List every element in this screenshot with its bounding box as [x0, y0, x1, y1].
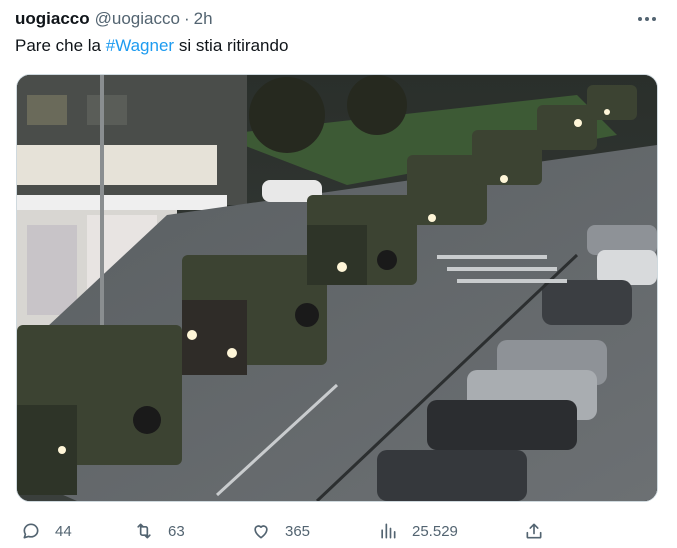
heart-icon [249, 519, 273, 543]
more-options-button[interactable] [634, 7, 660, 31]
views-button[interactable]: 25.529 [376, 518, 458, 544]
timestamp[interactable]: 2h [194, 9, 213, 29]
tweet-photo[interactable] [16, 74, 658, 502]
like-button[interactable]: 365 [249, 518, 310, 544]
photo-military-convoy-icon [17, 75, 657, 501]
reply-button[interactable]: 44 [19, 518, 72, 544]
action-bar: 44 63 365 25.529 [0, 514, 677, 548]
tweet-header: uogiacco @uogiacco · 2h [15, 8, 213, 30]
more-icon [638, 17, 656, 21]
reply-icon [19, 519, 43, 543]
retweet-count: 63 [168, 522, 185, 540]
tweet-text-after: si stia ritirando [174, 36, 289, 55]
display-name[interactable]: uogiacco [15, 9, 90, 29]
views-count: 25.529 [412, 522, 458, 540]
separator-dot: · [183, 9, 190, 28]
tweet-text-before: Pare che la [15, 36, 106, 55]
retweet-icon [132, 519, 156, 543]
share-icon [522, 519, 546, 543]
reply-count: 44 [55, 522, 72, 540]
tweet-text: Pare che la #Wagner si stia ritirando [15, 36, 288, 56]
retweet-button[interactable]: 63 [132, 518, 185, 544]
views-icon [376, 519, 400, 543]
like-count: 365 [285, 522, 311, 540]
share-button[interactable] [522, 518, 546, 544]
hashtag-link[interactable]: #Wagner [106, 36, 174, 55]
tweet-card[interactable]: uogiacco @uogiacco · 2h Pare che la #Wag… [0, 0, 677, 548]
user-handle[interactable]: @uogiacco [95, 9, 180, 29]
